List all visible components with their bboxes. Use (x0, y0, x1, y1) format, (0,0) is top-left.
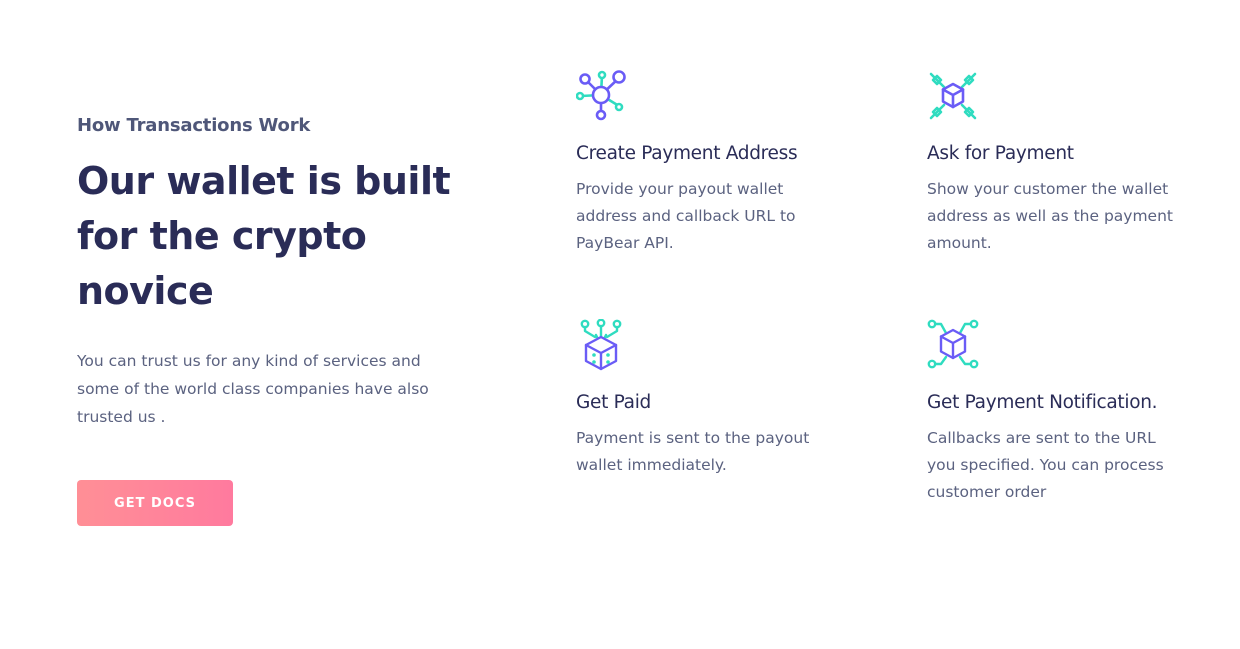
intro-section: How Transactions Work Our wallet is buil… (77, 112, 477, 431)
feature-get-payment-notification: Get Payment Notification. Callbacks are … (927, 319, 1197, 506)
feature-description: Payment is sent to the payout wallet imm… (576, 429, 810, 474)
cube-notification-icon (927, 319, 979, 369)
feature-title: Ask for Payment (927, 143, 1074, 164)
feature-title: Get Paid (576, 392, 651, 413)
get-docs-button[interactable]: GET DOCS (77, 480, 233, 526)
feature-get-paid: Get Paid Payment is sent to the payout w… (576, 319, 846, 479)
section-headline: Our wallet is built for the crypto novic… (77, 159, 451, 313)
cube-cross-icon (929, 72, 977, 120)
section-eyebrow: How Transactions Work (77, 115, 311, 136)
feature-description: Callbacks are sent to the URL you specif… (927, 429, 1164, 501)
feature-title: Get Payment Notification. (927, 392, 1158, 413)
section-lead: You can trust us for any kind of service… (77, 352, 429, 426)
feature-title: Create Payment Address (576, 143, 798, 164)
feature-description: Provide your payout wallet address and c… (576, 180, 796, 252)
feature-description: Show your customer the wallet address as… (927, 180, 1173, 252)
feature-ask-for-payment: Ask for Payment Show your customer the w… (927, 70, 1197, 257)
cube-circuit-icon (580, 319, 622, 371)
feature-create-payment-address: Create Payment Address Provide your payo… (576, 70, 846, 257)
network-nodes-icon (576, 70, 626, 121)
